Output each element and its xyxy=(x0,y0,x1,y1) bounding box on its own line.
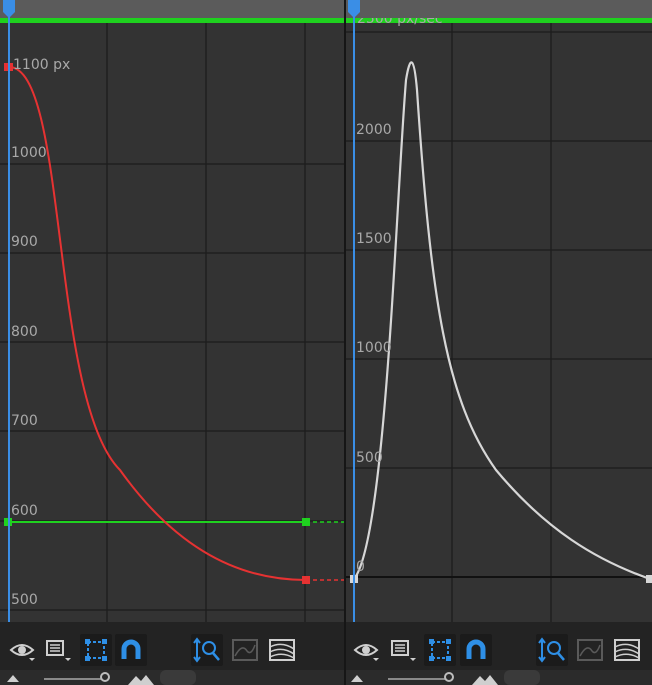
zoom-slider-track[interactable] xyxy=(44,678,108,680)
graph-toolbar xyxy=(0,630,344,670)
scroll-pill[interactable] xyxy=(504,670,540,685)
speed-graph-panel: 2500 px/sec 2000 1500 1000 500 0 xyxy=(346,0,652,685)
fit-selection-button[interactable] xyxy=(229,634,261,666)
graph-options-button[interactable] xyxy=(387,634,419,666)
snap-magnet-icon xyxy=(466,639,486,659)
visibility-button[interactable] xyxy=(6,634,38,666)
speed-keyframe-end[interactable] xyxy=(646,575,652,583)
small-mountain-icon xyxy=(7,675,19,682)
y-label: 800 xyxy=(11,324,38,340)
graph-area[interactable] xyxy=(0,18,344,622)
y-label: 2500 px/sec xyxy=(357,18,443,27)
graph-options-icon xyxy=(391,640,416,661)
y-label: 500 xyxy=(356,450,383,466)
auto-zoom-button[interactable] xyxy=(536,634,568,666)
graph-options-button[interactable] xyxy=(42,634,74,666)
y-label: 1000 xyxy=(356,340,392,356)
graph-header-bar xyxy=(346,0,652,18)
fit-selection-button[interactable] xyxy=(574,634,606,666)
graph-header-bar xyxy=(0,0,344,18)
graph-options-icon xyxy=(46,640,71,661)
y-label: 600 xyxy=(11,503,38,519)
transform-box-icon xyxy=(429,639,451,661)
zoom-strip xyxy=(346,670,652,685)
auto-zoom-height-icon xyxy=(193,637,220,663)
y-label: 700 xyxy=(11,413,38,429)
y-label: 900 xyxy=(11,234,38,250)
graph-toolbar xyxy=(346,630,652,670)
green-keyframe-end[interactable] xyxy=(302,518,310,526)
y-label: 1100 px xyxy=(13,57,71,73)
zoom-slider-knob[interactable] xyxy=(100,672,110,682)
eye-icon xyxy=(9,644,35,661)
fit-all-button[interactable] xyxy=(266,634,298,666)
value-graph-canvas[interactable] xyxy=(0,0,344,630)
work-area-bar[interactable] xyxy=(0,18,344,23)
zoom-strip xyxy=(0,670,344,685)
fit-selection-icon xyxy=(232,639,258,661)
small-mountain-icon xyxy=(351,675,363,682)
transform-box-icon xyxy=(85,639,107,661)
y-label: 0 xyxy=(356,559,365,575)
top-label-clip: 2500 px/sec xyxy=(346,18,652,32)
y-label: 2000 xyxy=(356,122,392,138)
transform-box-button[interactable] xyxy=(80,634,112,666)
zoom-slider-knob[interactable] xyxy=(444,672,454,682)
auto-zoom-button[interactable] xyxy=(191,634,223,666)
y-label: 1000 xyxy=(11,145,47,161)
scroll-pill[interactable] xyxy=(160,670,196,685)
large-mountain-icon xyxy=(472,675,498,685)
snap-magnet-icon xyxy=(121,639,141,659)
y-label: 500 xyxy=(11,592,38,608)
value-graph-panel: 1100 px 1000 900 800 700 600 500 xyxy=(0,0,344,685)
snap-button[interactable] xyxy=(460,634,492,666)
eye-icon xyxy=(353,644,379,661)
snap-button[interactable] xyxy=(115,634,147,666)
fit-all-graphs-icon xyxy=(269,639,295,661)
fit-all-graphs-icon xyxy=(614,639,640,661)
zoom-slider-track[interactable] xyxy=(388,678,452,680)
keyframe-end[interactable] xyxy=(302,576,310,584)
fit-all-button[interactable] xyxy=(611,634,643,666)
fit-selection-icon xyxy=(577,639,603,661)
speed-graph-canvas[interactable] xyxy=(346,0,652,630)
visibility-button[interactable] xyxy=(350,634,382,666)
auto-zoom-height-icon xyxy=(538,637,565,663)
y-label: 1500 xyxy=(356,231,392,247)
transform-box-button[interactable] xyxy=(424,634,456,666)
large-mountain-icon xyxy=(128,675,154,685)
